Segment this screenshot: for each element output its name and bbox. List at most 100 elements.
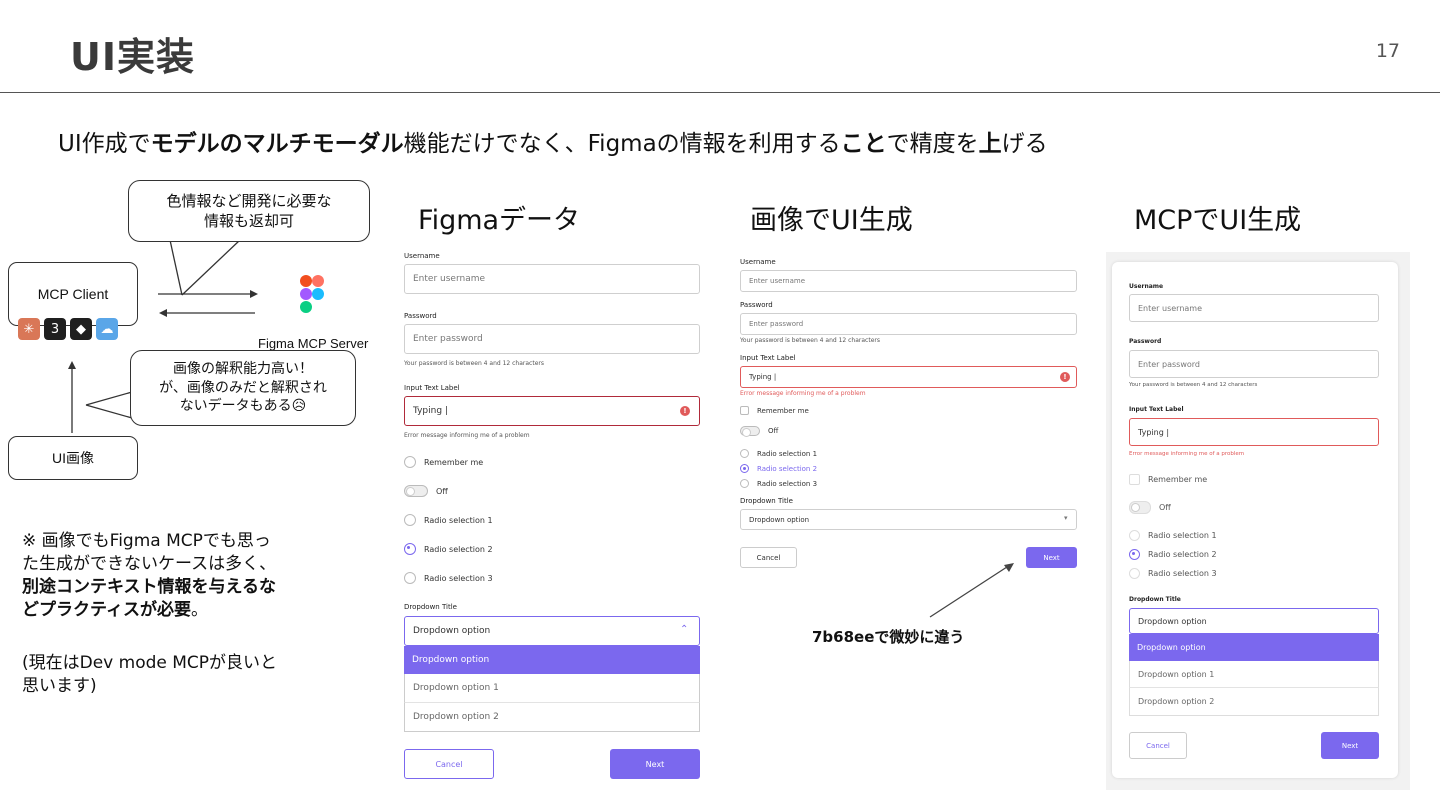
dropdown-select[interactable]: Dropdown option [740,509,1077,530]
password-hint: Your password is between 4 and 12 charac… [1129,382,1258,388]
error-message: Error message informing me of a problem [1129,451,1245,457]
dropdown-title: Dropdown Title [1129,596,1181,603]
dropdown-option-1[interactable]: Dropdown option 1 [404,674,700,703]
input-text-label: Input Text Label [404,384,460,392]
header-divider [0,92,1440,93]
cancel-button[interactable]: Cancel [404,749,494,779]
slide-subtitle: UI作成でモデルのマルチモーダル機能だけでなく、Figmaの情報を利用することで… [58,131,1048,157]
radio-3[interactable]: Radio selection 3 [740,479,817,488]
page-number: 17 [1375,40,1400,62]
radio-1[interactable]: Radio selection 1 [740,449,817,458]
password-hint: Your password is between 4 and 12 charac… [740,337,880,344]
next-button[interactable]: Next [610,749,700,779]
toggle-label: Off [768,427,779,435]
username-input[interactable]: Enter username [1129,294,1379,322]
dropdown-option-2[interactable]: Dropdown option 2 [404,703,700,732]
section-title-mcp: MCPでUI生成 [1134,205,1302,236]
figma-form-mock: Username Enter username Password Enter p… [404,250,700,790]
radio-2[interactable]: Radio selection 2 [1129,549,1217,560]
cube-icon: ◆ [70,318,92,340]
remember-label: Remember me [1148,475,1208,484]
remember-checkbox[interactable]: Remember me [1129,474,1207,485]
callout-image-limits: 画像の解釈能力高い！ が、画像のみだと解釈され ないデータもある😥 [130,350,356,426]
slide-title: UI実装 [70,35,195,79]
figma-mcp-server-label: Figma MCP Server [258,336,369,351]
callout-figma-info: 色情報など開発に必要な 情報も返却可 [128,180,370,242]
password-input[interactable]: Enter password [404,324,700,354]
typing-input[interactable]: Typing | [740,366,1077,388]
radio-2-label: Radio selection 2 [1148,550,1217,559]
dropdown-select[interactable]: Dropdown option [1129,608,1379,634]
dropdown-select[interactable]: Dropdown option [404,616,700,646]
radio-3-label: Radio selection 3 [1148,569,1217,578]
next-button[interactable]: Next [1321,732,1379,759]
dropdown-title: Dropdown Title [740,497,793,505]
radio-1-label: Radio selection 1 [424,515,493,525]
password-label: Password [404,312,437,320]
remember-checkbox[interactable]: Remember me [740,406,809,415]
radio-3-label: Radio selection 3 [424,573,493,583]
radio-3[interactable]: Radio selection 3 [1129,568,1217,579]
error-icon: ! [1060,372,1070,382]
username-input[interactable]: Enter username [404,264,700,294]
remember-checkbox[interactable]: Remember me [404,456,483,468]
username-input[interactable]: Enter username [740,270,1077,292]
password-label: Password [740,301,773,309]
dropdown-option-1[interactable]: Dropdown option 1 [1129,661,1379,688]
password-input[interactable]: Enter password [740,313,1077,335]
dropdown-option-selected[interactable]: Dropdown option [1129,634,1379,661]
toggle-label: Off [436,486,448,496]
password-label: Password [1129,338,1162,345]
username-label: Username [740,258,776,266]
remember-label: Remember me [757,406,809,415]
off-toggle[interactable]: Off [404,485,448,497]
error-icon: ! [680,406,690,416]
input-text-label: Input Text Label [740,354,796,362]
caption-arrow [929,563,1014,618]
radio-3-label: Radio selection 3 [757,479,818,488]
error-message: Error message informing me of a problem [404,432,530,439]
username-label: Username [404,252,440,260]
section-title-figma: Figmaデータ [418,205,581,236]
note-text: ※ 画像でもFigma MCPでも思っ た生成ができないケースは多く、 別途コンテ… [22,531,277,620]
radio-1[interactable]: Radio selection 1 [1129,530,1217,541]
radio-2-label: Radio selection 2 [424,544,493,554]
dropdown-option-2[interactable]: Dropdown option 2 [1129,688,1379,716]
typing-input[interactable]: Typing | [1129,418,1379,446]
section-title-image: 画像でUI生成 [750,205,913,236]
input-text-label: Input Text Label [1129,406,1184,413]
color-diff-caption: 7b68eeで微妙に違う [812,628,965,646]
cancel-button[interactable]: Cancel [740,547,797,568]
cancel-button[interactable]: Cancel [1129,732,1187,759]
password-hint: Your password is between 4 and 12 charac… [404,360,544,367]
image-ui-form-mock: Username Enter username Password Enter p… [740,256,1077,576]
off-toggle[interactable]: Off [740,426,779,437]
off-toggle[interactable]: Off [1129,501,1171,514]
mcp-client-box: MCP Client [8,262,138,326]
cursor-icon: 3 [44,318,66,340]
ui-image-box: UI画像 [8,436,138,480]
radio-2[interactable]: Radio selection 2 [404,543,493,555]
dropdown-title: Dropdown Title [404,603,457,611]
mcp-ui-form-mock: Username Enter username Password Enter p… [1129,282,1379,762]
claude-icon: ✳ [18,318,40,340]
remember-label: Remember me [424,457,484,467]
radio-1-label: Radio selection 1 [757,449,818,458]
password-input[interactable]: Enter password [1129,350,1379,378]
figma-logo-icon [300,275,324,313]
robot-icon: ☁ [96,318,118,340]
toggle-label: Off [1159,503,1171,512]
error-message: Error message informing me of a problem [740,390,866,397]
radio-1[interactable]: Radio selection 1 [404,514,493,526]
radio-2-label: Radio selection 2 [757,464,818,473]
typing-input[interactable]: Typing | [404,396,700,426]
chevron-down-icon: ▾ [1064,514,1068,522]
note-dev-mode: (現在はDev mode MCPが良いと 思います) [22,653,278,696]
radio-3[interactable]: Radio selection 3 [404,572,493,584]
username-label: Username [1129,283,1164,290]
dropdown-option-selected[interactable]: Dropdown option [404,646,700,674]
radio-2[interactable]: Radio selection 2 [740,464,817,473]
chevron-up-icon: ⌃ [680,624,689,635]
next-button[interactable]: Next [1026,547,1077,568]
radio-1-label: Radio selection 1 [1148,531,1217,540]
